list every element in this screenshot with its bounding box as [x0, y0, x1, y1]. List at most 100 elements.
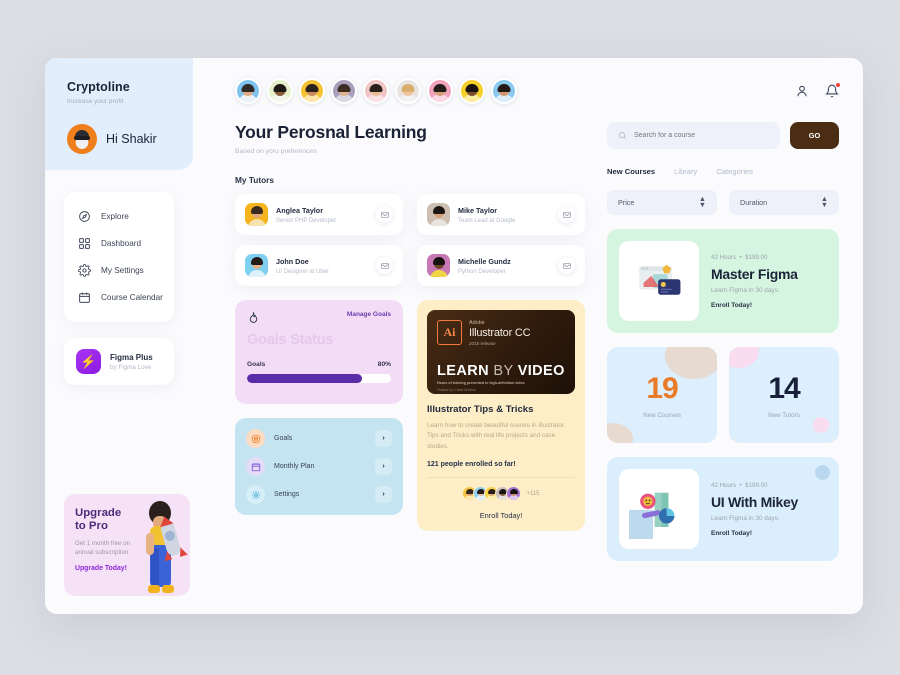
top-bar	[193, 58, 863, 104]
search-row: GO	[607, 122, 839, 149]
grid-icon	[78, 237, 91, 250]
sidebar-item-dashboard[interactable]: Dashboard	[64, 230, 174, 257]
calendar-icon	[78, 291, 91, 304]
quick-menu-label: Settings	[274, 491, 300, 498]
go-button[interactable]: GO	[790, 122, 839, 149]
my-tutors-heading: My Tutors	[235, 175, 275, 185]
chevron-right-icon[interactable]: ›	[375, 430, 392, 447]
tutor-role: Team Lead at Google	[458, 217, 516, 224]
avatar[interactable]	[459, 78, 485, 104]
quick-menu-item-monthly-plan[interactable]: Monthly Plan ›	[246, 457, 392, 476]
goals-status-heading: Goals Status	[247, 332, 334, 348]
quick-menu-card: Goals › Monthly Plan › Settings ›	[235, 418, 403, 515]
user-greeting-row[interactable]: Hi Shakir	[67, 124, 193, 154]
manage-goals-link[interactable]: Manage Goals	[347, 311, 391, 318]
stat-label: New Courses	[643, 411, 681, 419]
content-columns: Your Perosnal Learning Based on yoru pre…	[193, 104, 863, 561]
sidebar-item-my-settings[interactable]: My Settings	[64, 257, 174, 284]
course-card-ui-with-mikey[interactable]: 42 Hours • $199.00 UI With Mikey Learn F…	[607, 457, 839, 561]
mail-icon[interactable]	[376, 206, 393, 223]
search-input[interactable]	[634, 132, 769, 139]
mail-icon[interactable]	[558, 257, 575, 274]
decorative-blob	[815, 465, 830, 480]
avatar[interactable]	[395, 78, 421, 104]
gear-icon	[78, 264, 91, 277]
main-area: Your Perosnal Learning Based on yoru pre…	[193, 58, 863, 614]
tutor-name: John Doe	[276, 256, 309, 266]
avatar[interactable]	[267, 78, 293, 104]
course-card-master-figma[interactable]: 42 Hours • $199.00 Master Figma Learn Fi…	[607, 229, 839, 333]
sidebar-nav: Explore Dashboard My Settings Course Cal…	[64, 192, 174, 322]
course-thumbnail: Ai Adobe Illustrator CC 2015 release LEA…	[427, 310, 575, 394]
avatar[interactable]	[363, 78, 389, 104]
figma-illustration	[639, 264, 681, 295]
search-box[interactable]	[607, 122, 780, 149]
sidebar-item-explore[interactable]: Explore	[64, 203, 174, 230]
goals-column: Manage Goals Goals Status Goals 80% Goal…	[235, 300, 403, 531]
brand-card: Cryptoline Increase your profit Hi Shaki…	[45, 58, 193, 170]
bell-icon[interactable]	[825, 82, 841, 98]
tutor-card[interactable]: John Doe UI Designer at Uber	[235, 245, 403, 286]
course-thumbnail	[619, 469, 699, 549]
tab-library[interactable]: Library	[674, 167, 697, 176]
person-icon[interactable]	[795, 84, 809, 98]
upgrade-to-pro-card[interactable]: Upgrade to Pro Get 1 month free on annua…	[64, 494, 190, 596]
filter-duration[interactable]: Duration ▲ ▼	[729, 190, 839, 215]
stat-value: 14	[768, 371, 800, 405]
tutor-card[interactable]: Anglea Taylor Senior PHP Developer	[235, 194, 403, 235]
mail-icon[interactable]	[558, 206, 575, 223]
thumb-host: Hosted by Chad Chelius	[437, 388, 476, 392]
sort-icon: ▲ ▼	[698, 194, 706, 210]
quick-menu-item-settings[interactable]: Settings ›	[246, 485, 392, 504]
enroll-today-button[interactable]: Enroll Today!	[711, 302, 798, 309]
flame-icon	[247, 311, 260, 324]
enroll-today-button[interactable]: Enroll Today!	[427, 511, 575, 520]
stats-row: 19 New Courses 14 New Tutors	[607, 347, 839, 443]
sidebar-item-label: My Settings	[101, 266, 144, 275]
stat-card-new-tutors[interactable]: 14 New Tutors	[729, 347, 839, 443]
right-column: GO New Courses Library Categories Price …	[607, 122, 839, 561]
avatar[interactable]	[491, 78, 517, 104]
gear-icon	[246, 485, 265, 504]
course-thumbnail	[619, 241, 699, 321]
course-title: Master Figma	[711, 265, 798, 282]
search-icon	[618, 131, 627, 140]
target-icon	[246, 429, 265, 448]
tutor-role: Python Developer	[458, 268, 506, 275]
tutor-card[interactable]: Michelle Gundz Python Developer	[417, 245, 585, 286]
stat-card-new-courses[interactable]: 19 New Courses	[607, 347, 717, 443]
avatar[interactable]	[427, 78, 453, 104]
sort-icon: ▲ ▼	[820, 194, 828, 210]
goals-row-label: Goals	[247, 361, 266, 368]
quick-menu-label: Goals	[274, 435, 293, 442]
chevron-right-icon[interactable]: ›	[375, 486, 392, 503]
course-title: Illustrator Tips & Tricks	[427, 404, 534, 415]
sidebar-item-course-calendar[interactable]: Course Calendar	[64, 284, 174, 311]
illustrator-course-card[interactable]: Ai Adobe Illustrator CC 2015 release LEA…	[417, 300, 585, 532]
tab-categories[interactable]: Categories	[716, 167, 753, 176]
mail-icon[interactable]	[376, 257, 393, 274]
avatar[interactable]	[235, 78, 261, 104]
tutor-role: Senior PHP Developer	[276, 217, 337, 224]
sidebar-item-label: Dashboard	[101, 239, 142, 248]
left-column: Your Perosnal Learning Based on yoru pre…	[235, 122, 585, 561]
enroll-today-button[interactable]: Enroll Today!	[711, 530, 798, 537]
avatar[interactable]	[299, 78, 325, 104]
figma-plus-subtitle: by Figma Love	[110, 363, 152, 371]
chevron-right-icon[interactable]: ›	[375, 458, 392, 475]
goals-percent: 80%	[377, 361, 391, 368]
figma-plus-card[interactable]: ⚡ Figma Plus by Figma Love	[64, 338, 174, 385]
divider	[427, 477, 575, 479]
calendar-icon	[246, 457, 265, 476]
avatar[interactable]	[331, 78, 357, 104]
page-title: Your Perosnal Learning	[235, 122, 427, 142]
user-greeting: Hi Shakir	[106, 132, 157, 146]
tab-new-courses[interactable]: New Courses	[607, 167, 655, 176]
middle-row: Manage Goals Goals Status Goals 80% Goal…	[235, 300, 585, 532]
avatar-strip	[235, 78, 795, 104]
filter-price[interactable]: Price ▲ ▼	[607, 190, 717, 215]
tutor-card[interactable]: Mike Taylor Team Lead at Google	[417, 194, 585, 235]
thumb-product: Illustrator CC	[469, 327, 531, 339]
quick-menu-item-goals[interactable]: Goals ›	[246, 429, 392, 448]
stat-label: New Tutors	[768, 411, 800, 419]
